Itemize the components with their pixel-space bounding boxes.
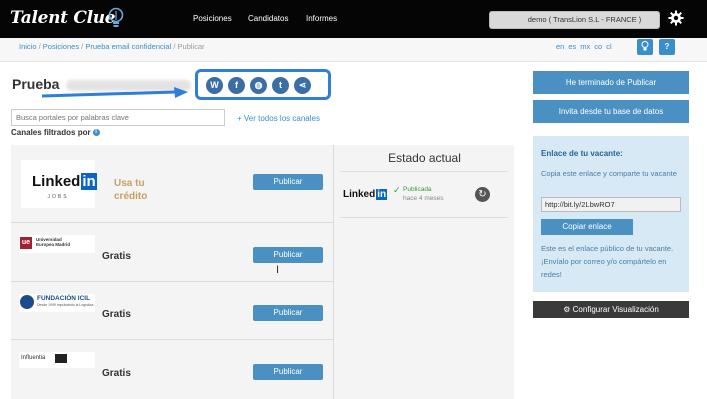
enlace-description: Este es el enlace público de tu vacante.… — [541, 244, 674, 279]
publish-button[interactable]: Publicar — [253, 174, 323, 190]
channel-list: Linked in JOBS Usa tu crédito Publicar ue… — [11, 145, 333, 399]
linkedin-jobs-logo: Linked in JOBS — [21, 160, 97, 208]
portal-search-input[interactable] — [11, 109, 225, 126]
lang-mx[interactable]: mx — [580, 42, 590, 51]
account-selector[interactable]: demo ( TransLion S.L - FRANCE ) — [489, 11, 660, 29]
vacancy-url-field[interactable]: http://bit.ly/2LbwRO7 — [541, 197, 681, 212]
channel-price: Gratis — [102, 251, 131, 262]
configure-view-button[interactable]: ⚙ Configurar Visualización — [533, 301, 689, 318]
info-icon[interactable]: i — [92, 129, 100, 137]
channel-price: Usa tu crédito — [114, 178, 148, 202]
breadcrumb: Inicio / Posiciones / Prueba email confi… — [19, 42, 205, 51]
channel-row: FUNDACIÓN ICIL Desde 1999 impulsando la … — [11, 282, 333, 340]
breadcrumb-posiciones[interactable]: Posiciones — [43, 42, 79, 51]
top-navbar: Talent Clue Posiciones Candidatos Inform… — [0, 0, 707, 38]
twitter-icon[interactable]: t — [272, 77, 289, 94]
text-cursor-icon: I — [276, 264, 280, 276]
divider — [340, 171, 508, 172]
breadcrumb-prueba[interactable]: Prueba email confidencial — [85, 42, 171, 51]
divider — [340, 217, 508, 218]
lang-cl[interactable]: cl — [606, 42, 611, 51]
vacancy-link-panel: Enlace de tu vacante: Copia este enlace … — [533, 136, 689, 292]
breadcrumb-current: Publicar — [177, 42, 205, 51]
linkedin-logo: Linked in — [343, 189, 388, 200]
fundacion-icil-logo: FUNDACIÓN ICIL Desde 1999 impulsando la … — [19, 294, 95, 312]
finish-publish-button[interactable]: He terminado de Publicar — [533, 71, 689, 94]
invite-database-button[interactable]: Invita desde tu base de datos — [533, 100, 689, 123]
channel-row: Linked in JOBS Usa tu crédito Publicar — [11, 145, 333, 223]
lightbulb-icon — [108, 7, 124, 27]
annotation-arrow — [41, 87, 188, 98]
globe-icon[interactable]: ◍ — [250, 77, 267, 94]
lang-co[interactable]: co — [594, 42, 602, 51]
universidad-europea-logo: ue Universidad Europea Madrid — [19, 235, 95, 253]
breadcrumb-inicio[interactable]: Inicio — [19, 42, 37, 51]
publish-button[interactable]: Publicar — [253, 364, 323, 380]
channel-row: ue Universidad Europea Madrid Gratis Publ… — [11, 223, 333, 282]
lightbulb-icon — [641, 41, 649, 51]
help-button[interactable]: ? — [659, 39, 675, 55]
filtered-label: Canales filtrados por i — [11, 128, 100, 137]
estado-title: Estado actual — [388, 151, 461, 165]
check-icon: ✓ — [393, 185, 401, 195]
gear-icon[interactable] — [668, 10, 684, 26]
nav-informes[interactable]: Informes — [306, 14, 337, 23]
channel-price: Gratis — [102, 368, 131, 379]
gear-icon: ⚙ — [563, 305, 573, 314]
lang-es[interactable]: es — [568, 42, 576, 51]
facebook-icon[interactable]: f — [228, 77, 245, 94]
ver-todos-link[interactable]: + Ver todos los canales — [237, 114, 320, 123]
influentia-logo: Influentia — [19, 352, 95, 368]
share-buttons-group: W f ◍ t ⋖ — [195, 69, 331, 100]
current-status-panel: Estado actual Linked in ✓ Publicada hace … — [333, 145, 514, 399]
refresh-icon[interactable]: ↻ — [475, 187, 490, 202]
channel-price: Gratis — [102, 309, 131, 320]
status-text: Publicada — [403, 186, 432, 193]
channel-row: Influentia Gratis Publicar — [11, 340, 333, 399]
lang-en[interactable]: en — [556, 42, 564, 51]
publish-button[interactable]: Publicar — [253, 247, 323, 263]
status-time: hace 4 meses — [403, 195, 444, 202]
share-icon[interactable]: ⋖ — [294, 77, 311, 94]
nav-posiciones[interactable]: Posiciones — [193, 14, 232, 23]
copy-link-button[interactable]: Copiar enlace — [541, 219, 633, 235]
language-selector: en es mx co cl — [556, 42, 616, 51]
tips-button[interactable] — [637, 39, 653, 55]
publish-button[interactable]: Publicar — [253, 305, 323, 321]
enlace-instructions: Copia este enlace y comparte tu vacante — [541, 169, 677, 178]
wordpress-icon[interactable]: W — [206, 77, 223, 94]
app-logo[interactable]: Talent Clue — [10, 8, 116, 28]
breadcrumb-bar: Inicio / Posiciones / Prueba email confi… — [0, 38, 707, 62]
enlace-title: Enlace de tu vacante: — [541, 149, 623, 158]
nav-candidatos[interactable]: Candidatos — [248, 14, 288, 23]
plus-icon: + — [237, 114, 244, 123]
